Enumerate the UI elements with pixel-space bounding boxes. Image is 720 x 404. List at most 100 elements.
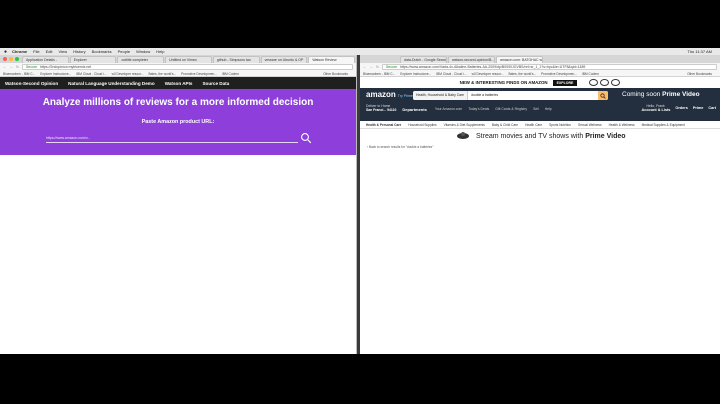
reload-icon[interactable]: ↻ [376,65,379,69]
watson-nav: Watson-Second Opinion Natural Language U… [0,77,356,89]
window-controls [3,57,21,61]
category-link[interactable]: Health & Wellness [609,123,635,127]
menu-window[interactable]: Window [136,49,150,54]
menu-view[interactable]: View [59,49,68,54]
search-category-select[interactable]: Health, Household & Baby Care [413,91,469,100]
bookmark-item[interactable]: IBM Codern [582,72,599,76]
menu-bookmarks[interactable]: Bookmarks [92,49,112,54]
category-link[interactable]: Baby & Child Care [492,123,518,127]
nav-nlu-demo[interactable]: Natural Language Understanding Demo [68,81,155,86]
amazon-logo[interactable]: amazon Try Prime [366,90,413,99]
subnav-link[interactable]: Sell [533,107,539,111]
browser-tab[interactable]: Application Details - [22,56,69,63]
explore-button[interactable]: EXPLORE [552,79,578,86]
subnav-link[interactable]: Today's Deals [468,107,489,111]
browser-tab[interactable]: Explorer [69,56,117,63]
bookmark-item[interactable]: Bluemarkem - IBM C... [363,72,395,76]
product-url-input[interactable]: https://www.amazon.com/v... [46,134,298,143]
bookmark-item[interactable]: Explorer Instrucione... [40,72,71,76]
bookmark-item[interactable]: Promotive Developmen... [541,72,577,76]
search-input[interactable]: double a batteries [468,91,598,100]
back-arrow-icon[interactable]: ← [3,65,7,69]
menu-help[interactable]: Help [156,49,164,54]
orders-link[interactable]: Orders [675,106,687,111]
account-lists: Account & Lists [641,108,671,112]
other-bookmarks[interactable]: Other Bookmarks [323,72,348,76]
browser-tab[interactable]: vmware on Ubuntu & OP [260,56,308,63]
menu-app[interactable]: Chrome [12,49,27,54]
tab-strip: data-Dutch - Google Search watson-second… [360,55,720,63]
menubar-status: Thu 11:37 AM [687,49,716,54]
back-arrow-icon[interactable]: ← [363,65,367,69]
promo-text: Stream movies and TV shows with [476,132,584,140]
try-prime-link[interactable]: Try Prime [398,94,413,98]
category-link[interactable]: Medical Supplies & Equipment [642,123,685,127]
secure-lock-label: Secure [385,65,398,69]
apple-icon[interactable]: ● [4,49,7,55]
bookmark-item[interactable]: Bluemarkem - IBM C... [3,72,35,76]
subnav-link[interactable]: Help [545,107,552,111]
bookmark-item[interactable]: Explorer Instrucione... [400,72,431,76]
reload-icon[interactable]: ↻ [16,65,19,69]
nav-second-opinion[interactable]: Watson-Second Opinion [5,81,58,86]
browser-tab[interactable]: github - Simpsons tan [212,56,260,63]
headphones-icon [589,79,599,86]
back-to-results-link[interactable]: ‹ Back to search results for "double a b… [360,145,720,149]
menu-history[interactable]: History [73,49,85,54]
forward-arrow-icon[interactable]: → [10,65,14,69]
prime-video-promo[interactable]: Stream movies and TV shows with Prime Vi… [360,129,720,143]
category-link[interactable]: Sports Nutrition [549,123,571,127]
bookmark-item[interactable]: IBM Codern [222,72,239,76]
amazon-logo-text: amazon [366,90,396,99]
deliver-to[interactable]: Deliver to Home San Franci... 94110 [366,105,396,112]
category-link[interactable]: Household Supplies [408,123,436,127]
category-link[interactable]: Health & Personal Care [366,123,401,127]
url-field[interactable]: Secure https://www.amazon.com/Varta-4x-A… [381,64,717,70]
address-bar-row: ← → ↻ Secure https://2ndopinion.mybluemi… [0,63,356,71]
bookmark-item[interactable]: w3 Developer resour... [112,72,144,76]
browser-tab-active[interactable]: Watson Review [308,56,356,63]
close-dot-icon[interactable] [3,57,7,61]
bookmark-item[interactable]: Promotive Developmen... [181,72,217,76]
prime-link[interactable]: Prime [693,106,704,111]
right-browser-window: data-Dutch - Google Search watson-second… [360,55,720,354]
browser-tab[interactable]: cuttitle completer [117,56,165,63]
other-bookmarks[interactable]: Other Bookmarks [687,72,712,76]
account-menu[interactable]: Hello, Frank Account & Lists [641,105,670,112]
bookmark-item[interactable]: w3 Developer resour... [472,72,504,76]
category-link[interactable]: Health Care [525,123,542,127]
promo-bold: Prime Video [585,132,626,140]
search-icon[interactable] [300,132,312,144]
nav-watson-apis[interactable]: Watson APIs [165,81,193,86]
menu-edit[interactable]: Edit [46,49,53,54]
category-link[interactable]: Vitamins & Diet Supplements [444,123,485,127]
cart-link[interactable]: Cart [708,106,716,111]
forward-arrow-icon[interactable]: → [370,65,374,69]
deliver-line-2: San Franci... 94110 [366,108,397,112]
nav-source-data[interactable]: Source Data [202,81,229,86]
bookmark-item[interactable]: IBM Cloud - Cloud i... [76,72,106,76]
bookmark-item[interactable]: IBM Cloud - Cloud i... [436,72,466,76]
minimize-dot-icon[interactable] [9,57,13,61]
coming-soon-text: Coming soon [622,91,661,98]
category-link[interactable]: Sexual Wellness [578,123,602,127]
bookmark-item[interactable]: Bates, the world's... [148,72,176,76]
headphones-icon [600,79,610,86]
browser-tab[interactable]: Untitled on Vimeo [165,56,212,63]
menu-file[interactable]: File [33,49,39,54]
departments-menu[interactable]: Departments [402,107,426,112]
zoom-dot-icon[interactable] [15,57,19,61]
search-button[interactable] [598,91,608,100]
subnav-link[interactable]: Gift Cards & Registry [495,107,527,111]
bookmark-item[interactable]: Bates, the world's... [508,72,536,76]
amazon-promo-banner[interactable]: NEW & INTERESTING FINDS ON AMAZON EXPLOR… [360,77,720,88]
paste-label: Paste Amazon product URL: [141,119,215,125]
browser-tab[interactable]: data-Dutch - Google Search [400,56,447,63]
browser-tab-active[interactable]: amazon.com: BATOHAC w... [496,56,543,63]
clock: Thu 11:37 AM [687,49,712,54]
menu-people[interactable]: People [118,49,130,54]
browser-tab[interactable]: watson-second-opinion/B... [448,56,495,63]
prime-video-ad[interactable]: Coming soon Prime Video [622,91,700,98]
url-field[interactable]: Secure https://2ndopinion.mybluemix.net [21,64,353,70]
subnav-link[interactable]: Your Amazon.com [435,107,462,111]
